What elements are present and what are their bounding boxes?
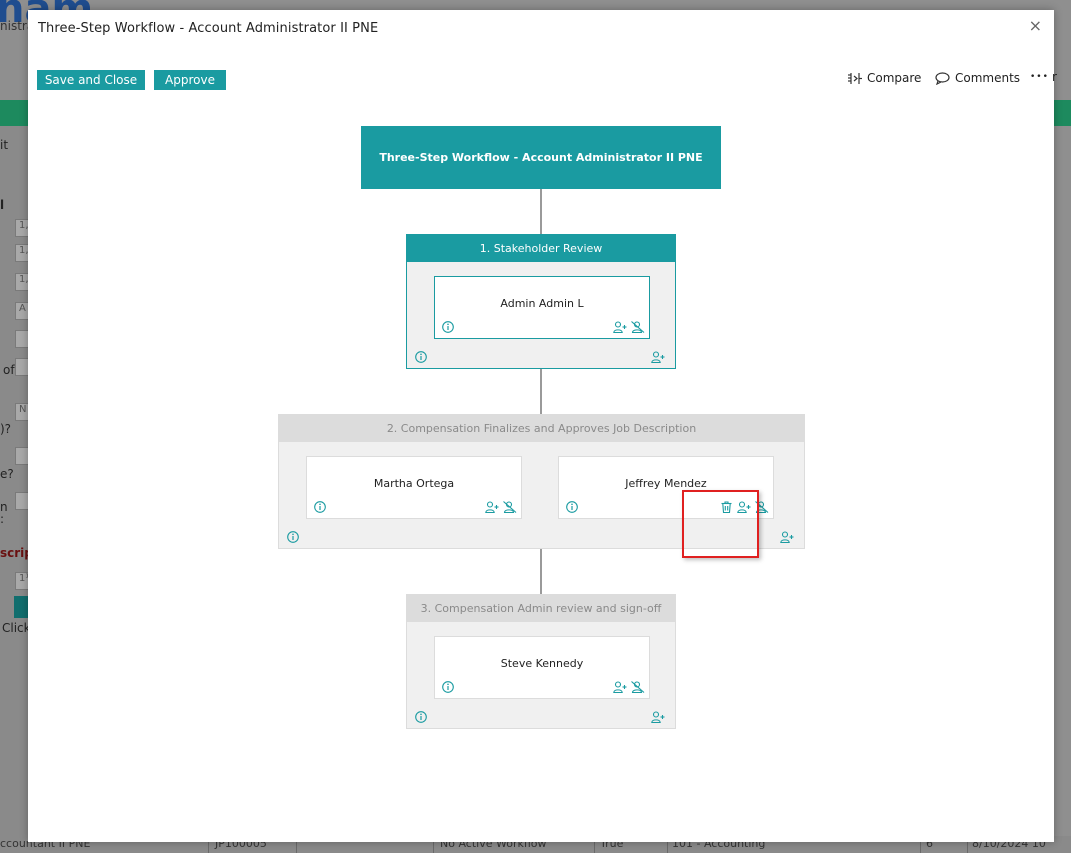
remove-person-icon[interactable] xyxy=(631,680,645,694)
info-icon[interactable] xyxy=(286,530,300,544)
info-icon[interactable] xyxy=(414,710,428,724)
background-label: of xyxy=(3,363,15,377)
background-label: : xyxy=(0,512,5,526)
save-and-close-button[interactable]: Save and Close xyxy=(37,70,145,90)
assignee-name: Jeffrey Mendez xyxy=(625,477,707,490)
step-header: 3. Compensation Admin review and sign-of… xyxy=(407,595,675,622)
remove-person-icon[interactable] xyxy=(503,500,517,514)
add-person-icon[interactable] xyxy=(613,320,627,334)
background-label: l xyxy=(0,198,5,212)
workflow-root-node: Three-Step Workflow - Account Administra… xyxy=(361,126,721,189)
workflow-step: 3. Compensation Admin review and sign-of… xyxy=(406,594,676,729)
comments-label: Comments xyxy=(955,71,1021,85)
add-person-icon[interactable] xyxy=(613,680,627,694)
compare-label: Compare xyxy=(867,71,922,85)
info-icon[interactable] xyxy=(441,320,455,334)
background-label: )? xyxy=(0,422,12,436)
modal-title: Three-Step Workflow - Account Administra… xyxy=(38,21,379,36)
assignee-card: Steve Kennedy xyxy=(434,636,650,699)
assignee-card: Admin Admin L xyxy=(434,276,650,339)
add-person-icon[interactable] xyxy=(485,500,499,514)
workflow-modal: Three-Step Workflow - Account Administra… xyxy=(28,10,1057,842)
connector-line xyxy=(540,548,542,595)
assignee-name: Steve Kennedy xyxy=(500,657,584,670)
info-icon[interactable] xyxy=(313,500,327,514)
comment-icon xyxy=(935,71,950,85)
info-icon[interactable] xyxy=(565,500,579,514)
info-icon[interactable] xyxy=(414,350,428,364)
comments-button[interactable]: Comments xyxy=(935,71,1020,85)
add-person-icon[interactable] xyxy=(651,710,665,724)
background-label: Click xyxy=(2,621,31,635)
approve-button[interactable]: Approve xyxy=(154,70,226,90)
remove-person-icon[interactable] xyxy=(631,320,645,334)
background-label: e? xyxy=(0,467,14,481)
assignee-name: Admin Admin L xyxy=(500,297,584,310)
compare-button[interactable]: Compare xyxy=(848,71,921,85)
more-icon: ••• xyxy=(1030,72,1049,82)
assignee-name: Martha Ortega xyxy=(373,477,455,490)
connector-line xyxy=(540,189,542,235)
connector-line xyxy=(540,368,542,414)
more-suffix: r xyxy=(1051,70,1057,84)
step-header: 2. Compensation Finalizes and Approves J… xyxy=(279,415,804,442)
workflow-step: 1. Stakeholder Review Admin Admin L xyxy=(406,234,676,369)
close-icon[interactable]: × xyxy=(1029,16,1042,35)
assignee-card: Martha Ortega xyxy=(306,456,522,519)
highlight-box xyxy=(682,490,759,558)
step-header: 1. Stakeholder Review xyxy=(407,235,675,262)
compare-icon xyxy=(848,72,862,85)
background-label: it xyxy=(0,138,9,152)
add-person-icon[interactable] xyxy=(780,530,794,544)
more-button[interactable]: ••• r xyxy=(1030,70,1057,84)
add-person-icon[interactable] xyxy=(651,350,665,364)
info-icon[interactable] xyxy=(441,680,455,694)
